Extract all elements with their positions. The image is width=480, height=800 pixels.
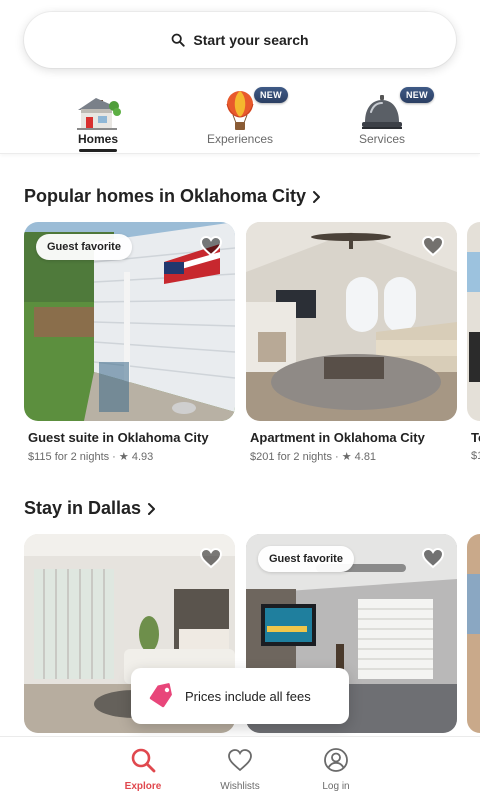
listing-title: Apartment in Oklahoma City: [250, 430, 425, 445]
section-title-text: Popular homes in Oklahoma City: [24, 186, 307, 206]
active-tab-indicator: [79, 149, 117, 152]
heart-icon[interactable]: [421, 234, 445, 258]
nav-log-in[interactable]: Log in: [301, 747, 371, 792]
tab-homes-label: Homes: [77, 132, 118, 146]
tab-services-label: Services: [358, 132, 405, 146]
listing-price-rating: $115 for 2 nights · ★ 4.93: [28, 451, 154, 463]
search-label: Start your search: [193, 32, 309, 48]
listing-photo[interactable]: [467, 222, 480, 421]
house-icon: [77, 98, 121, 130]
section-title-oklahoma[interactable]: Popular homes in Oklahoma City: [24, 186, 322, 207]
listing-price-rating: $201 for 2 nights · ★ 4.81: [250, 451, 377, 463]
price-info-toast[interactable]: Prices include all fees: [131, 668, 349, 724]
listing-photo[interactable]: [467, 534, 480, 733]
guest-favorite-badge: Guest favorite: [258, 546, 354, 572]
heart-icon: [228, 749, 252, 772]
nav-log-in-label: Log in: [322, 781, 350, 792]
tab-services[interactable]: NEW Services: [334, 84, 434, 152]
service-bell-icon: [362, 95, 402, 129]
nav-explore[interactable]: Explore: [108, 747, 178, 792]
guest-favorite-badge: Guest favorite: [36, 234, 132, 260]
listing-title: To: [471, 430, 480, 445]
section-title-text: Stay in Dallas: [24, 498, 142, 518]
listing-card[interactable]: To $1: [467, 222, 480, 467]
bottom-navigation: Explore Wishlists Log in: [0, 736, 480, 800]
tab-homes[interactable]: Homes: [50, 84, 146, 152]
category-tabs: Homes NEW Experiences NEW Services: [0, 84, 480, 154]
chevron-right-icon: [148, 502, 156, 515]
nav-wishlists-label: Wishlists: [220, 781, 260, 792]
tab-experiences[interactable]: NEW Experiences: [192, 84, 288, 152]
listing-price-rating: $1: [471, 450, 480, 462]
heart-icon[interactable]: [421, 546, 445, 570]
profile-icon: [324, 748, 348, 772]
listing-title: Guest suite in Oklahoma City: [28, 430, 209, 445]
heart-icon[interactable]: [199, 234, 223, 258]
new-badge: NEW: [400, 87, 434, 103]
search-icon: [172, 33, 186, 47]
search-icon: [131, 748, 156, 773]
nav-explore-label: Explore: [124, 781, 162, 792]
toast-label: Prices include all fees: [185, 688, 311, 704]
section-title-dallas[interactable]: Stay in Dallas: [24, 498, 157, 519]
heart-icon[interactable]: [199, 546, 223, 570]
chevron-right-icon: [313, 190, 321, 203]
search-bar[interactable]: Start your search: [24, 12, 456, 68]
new-badge: NEW: [254, 87, 288, 103]
nav-wishlists[interactable]: Wishlists: [205, 747, 275, 792]
price-tag-icon: [149, 683, 172, 708]
listing-card[interactable]: [467, 534, 480, 734]
tab-experiences-label: Experiences: [206, 132, 274, 146]
